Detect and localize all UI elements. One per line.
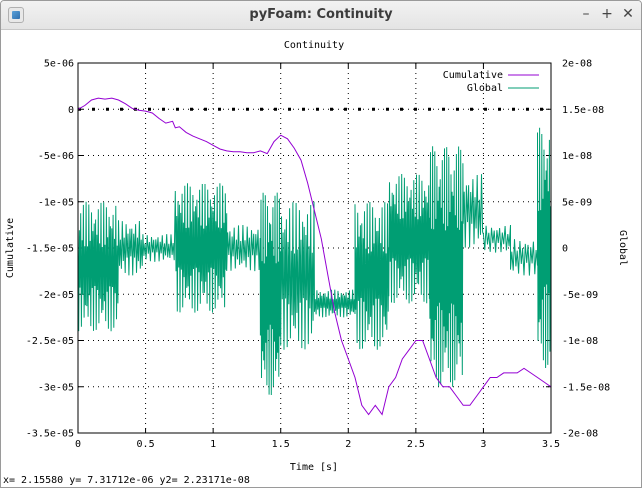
y2-tick-label: 1.5e-08	[562, 105, 604, 116]
x-tick-label: 2	[345, 439, 351, 450]
x-axis-ticks: 0 0.5 1 1.5 2 2.5 3 3.5	[75, 63, 560, 450]
window-title: pyFoam: Continuity	[249, 7, 393, 22]
x-tick-label: 2.5	[407, 439, 425, 450]
series-line-global	[78, 127, 551, 396]
y2-tick-label: 0	[562, 244, 568, 255]
series-layer	[78, 97, 551, 416]
y2-tick-label: -5e-09	[562, 290, 598, 301]
y-tick-label: -2e-05	[38, 290, 74, 301]
minimize-button[interactable]: –	[577, 5, 595, 23]
plot-canvas[interactable]: Continuity 5e-06 0 -5e-06 -1e-05 -1.5e-05 -2e…	[1, 30, 641, 476]
y2-tick-label: 5e-09	[562, 197, 592, 208]
y-tick-label: -1.5e-05	[26, 244, 74, 255]
continuity-chart[interactable]: Continuity 5e-06 0 -5e-06 -1e-05 -1.5e-05 -2e…	[1, 30, 641, 476]
title-bar[interactable]: pyFoam: Continuity – + ✕	[1, 1, 641, 30]
y2-axis-ticks: 2e-08 1.5e-08 1e-08 5e-09 0 -5e-09 -1e-08 -1.5e…	[546, 59, 610, 440]
legend: Cumulative Global	[443, 70, 539, 94]
chart-title: Continuity	[284, 40, 344, 51]
y2-tick-label: 2e-08	[562, 59, 592, 70]
legend-label-global: Global	[467, 83, 503, 94]
x-axis-label: Time [s]	[290, 462, 338, 473]
x-tick-label: 3	[480, 439, 486, 450]
close-button[interactable]: ✕	[619, 5, 637, 23]
x-tick-label: 1	[210, 439, 216, 450]
y-axis-label: Cumulative	[5, 218, 16, 278]
y2-tick-label: -2e-08	[562, 429, 598, 440]
x-tick-label: 1.5	[272, 439, 290, 450]
x-tick-label: 0	[75, 439, 81, 450]
maximize-button[interactable]: +	[598, 5, 616, 23]
y-tick-label: -3.5e-05	[26, 429, 74, 440]
y-tick-label: 5e-06	[44, 59, 74, 70]
y2-tick-label: -1.5e-08	[562, 382, 610, 393]
y-tick-label: -1e-05	[38, 197, 74, 208]
x-tick-label: 3.5	[542, 439, 560, 450]
y-tick-label: -2.5e-05	[26, 336, 74, 347]
legend-label-cumulative: Cumulative	[443, 70, 503, 81]
y2-tick-label: 1e-08	[562, 151, 592, 162]
y2-axis-label: Global	[617, 230, 628, 266]
cursor-readout: x= 2.15580 y= 7.31712e-06 y2= 2.23171e-0…	[3, 475, 250, 486]
app-window: pyFoam: Continuity – + ✕ Continuity 5e-0…	[0, 0, 642, 488]
x-tick-label: 0.5	[137, 439, 155, 450]
y-tick-label: 0	[68, 105, 74, 116]
y-tick-label: -5e-06	[38, 151, 74, 162]
y-axis-ticks: 5e-06 0 -5e-06 -1e-05 -1.5e-05 -2e-05 -2.5e-05…	[26, 59, 83, 440]
y-tick-label: -3e-05	[38, 382, 74, 393]
y2-tick-label: -1e-08	[562, 336, 598, 347]
